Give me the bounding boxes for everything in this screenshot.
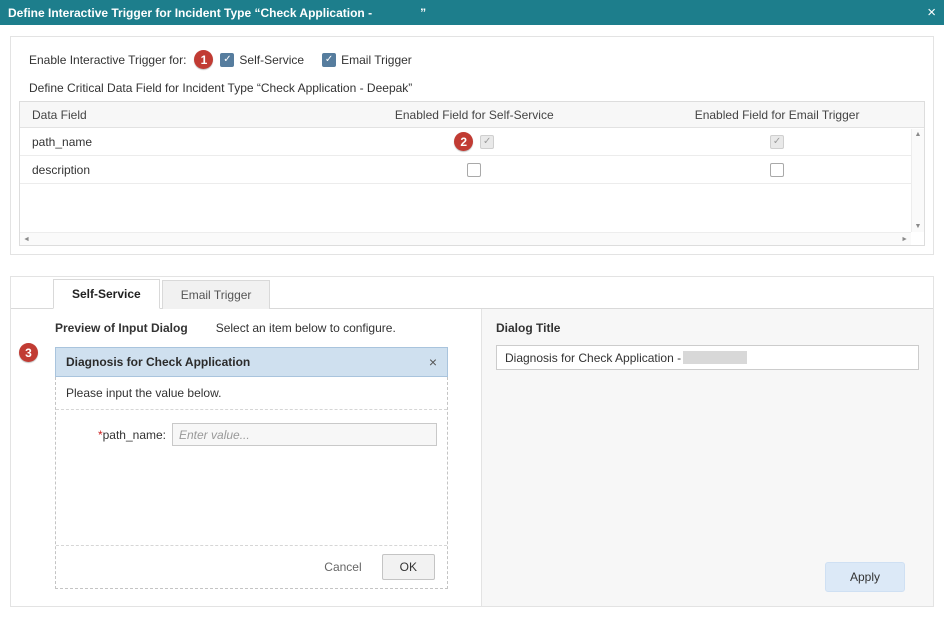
data-field-cell: path_name	[20, 135, 318, 149]
window-title: Define Interactive Trigger for Incident …	[8, 6, 426, 20]
cancel-button[interactable]: Cancel	[324, 560, 361, 574]
table-header-row: Data Field Enabled Field for Self-Servic…	[20, 102, 924, 128]
horizontal-scrollbar[interactable]: ◄ ►	[20, 232, 911, 245]
email-trigger-cell	[630, 135, 924, 149]
preview-dialog-title: Diagnosis for Check Application	[66, 355, 250, 369]
email-trigger-checkbox-group: Email Trigger	[322, 53, 412, 67]
redacted-text	[683, 351, 747, 364]
table-row[interactable]: path_name 2	[20, 128, 924, 156]
scroll-up-icon[interactable]: ▲	[915, 131, 922, 138]
window-title-closing-quote: ”	[420, 6, 426, 20]
col-header-email-trigger: Enabled Field for Email Trigger	[630, 108, 924, 122]
preview-dialog-footer: Cancel OK	[56, 545, 447, 588]
ok-button[interactable]: OK	[382, 554, 435, 580]
description-self-service-checkbox[interactable]	[467, 163, 481, 177]
tab-bar: Self-Service Email Trigger	[11, 277, 933, 309]
critical-data-field-label: Define Critical Data Field for Incident …	[29, 81, 412, 95]
path-name-input[interactable]	[172, 423, 437, 446]
preview-close-icon[interactable]: ×	[429, 355, 437, 369]
preview-hint: Select an item below to configure.	[216, 321, 396, 335]
email-trigger-checkbox[interactable]	[322, 53, 336, 67]
enable-trigger-row: Enable Interactive Trigger for: 1 Self-S…	[29, 50, 430, 69]
self-service-checkbox[interactable]	[220, 53, 234, 67]
apply-button[interactable]: Apply	[825, 562, 905, 592]
window-titlebar: Define Interactive Trigger for Incident …	[0, 0, 944, 25]
scroll-right-icon[interactable]: ►	[901, 236, 908, 243]
dialog-title-label: Dialog Title	[496, 321, 919, 335]
preview-dialog-titlebar[interactable]: Diagnosis for Check Application ×	[55, 347, 448, 377]
dialog-title-input[interactable]: Diagnosis for Check Application -	[496, 345, 919, 370]
dialog-settings-pane: Dialog Title Diagnosis for Check Applica…	[481, 309, 933, 606]
step-1-badge: 1	[194, 50, 213, 69]
preview-pane: Preview of Input Dialog Select an item b…	[11, 309, 481, 606]
enable-trigger-label: Enable Interactive Trigger for:	[29, 53, 186, 67]
path-name-self-service-checkbox[interactable]	[480, 135, 494, 149]
preview-dialog-body: Please input the value below. *path_name…	[55, 377, 448, 589]
self-service-cell: 2	[318, 132, 630, 151]
preview-heading: Preview of Input Dialog	[55, 321, 188, 335]
step-2-badge: 2	[454, 132, 473, 151]
vertical-scrollbar[interactable]: ▲ ▼	[911, 129, 924, 232]
self-service-checkbox-label: Self-Service	[239, 53, 304, 67]
tab-content: Preview of Input Dialog Select an item b…	[11, 309, 933, 606]
path-name-email-trigger-checkbox[interactable]	[770, 135, 784, 149]
trigger-config-panel: Self-Service Email Trigger Preview of In…	[10, 276, 934, 607]
preview-dialog-spacer	[56, 459, 447, 545]
interactive-trigger-window: Define Interactive Trigger for Incident …	[0, 0, 944, 623]
tab-email-trigger[interactable]: Email Trigger	[162, 280, 271, 309]
path-name-field-label-text: path_name:	[103, 428, 166, 442]
step-3-badge: 3	[19, 343, 38, 362]
self-service-cell	[318, 163, 630, 177]
preview-dialog-message[interactable]: Please input the value below.	[56, 377, 447, 410]
trigger-definition-panel: Enable Interactive Trigger for: 1 Self-S…	[10, 36, 934, 255]
data-field-cell: description	[20, 163, 318, 177]
email-trigger-cell	[630, 163, 924, 177]
tab-self-service[interactable]: Self-Service	[53, 279, 160, 309]
scroll-down-icon[interactable]: ▼	[915, 223, 922, 230]
path-name-field-label: *path_name:	[66, 428, 166, 442]
input-dialog-preview[interactable]: Diagnosis for Check Application × Please…	[55, 347, 448, 589]
col-header-data-field: Data Field	[20, 108, 318, 122]
redacted-text	[372, 7, 420, 17]
self-service-checkbox-group: Self-Service	[220, 53, 304, 67]
preview-field-row[interactable]: *path_name:	[56, 410, 447, 459]
description-email-trigger-checkbox[interactable]	[770, 163, 784, 177]
dialog-title-value: Diagnosis for Check Application -	[505, 351, 681, 365]
window-title-text: Define Interactive Trigger for Incident …	[8, 6, 372, 20]
col-header-self-service: Enabled Field for Self-Service	[318, 108, 630, 122]
close-icon[interactable]: ×	[927, 5, 936, 20]
table-row[interactable]: description	[20, 156, 924, 184]
preview-header: Preview of Input Dialog Select an item b…	[55, 321, 471, 335]
email-trigger-checkbox-label: Email Trigger	[341, 53, 412, 67]
scroll-left-icon[interactable]: ◄	[23, 236, 30, 243]
critical-data-field-table: Data Field Enabled Field for Self-Servic…	[19, 101, 925, 246]
